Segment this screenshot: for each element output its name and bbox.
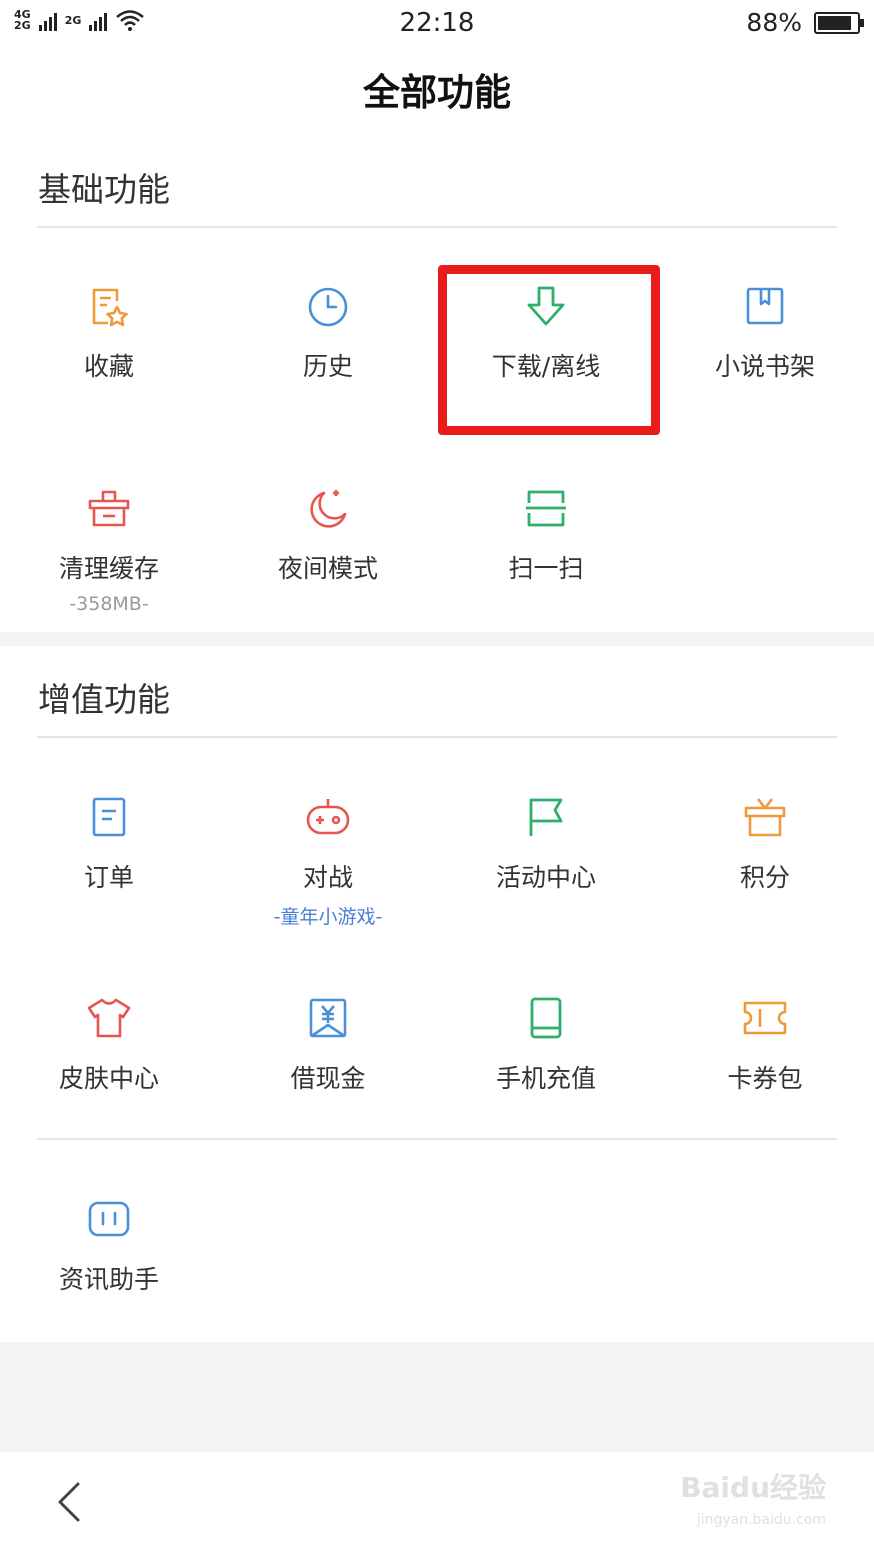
cash-yen-icon — [305, 995, 351, 1041]
phone-book-icon — [523, 995, 569, 1041]
favorites-icon — [86, 283, 132, 329]
status-battery-group: 88% — [746, 8, 864, 37]
order-document-icon — [86, 794, 132, 840]
feature-label: 小说书架 — [714, 352, 815, 381]
feature-label: 手机充值 — [495, 1064, 596, 1093]
battle-sublabel: -童年小游戏- — [273, 906, 383, 928]
feature-label: 扫一扫 — [508, 554, 584, 583]
section-divider — [37, 736, 837, 738]
section-separator-band — [0, 632, 874, 646]
watermark-logo: Baidu经验 — [680, 1471, 826, 1504]
bottom-navigation-bar: Baidu经验 jingyan.baidu.com — [0, 1452, 874, 1554]
flag-icon — [523, 794, 569, 840]
bookshelf-icon — [742, 283, 788, 329]
section-divider — [37, 226, 837, 228]
ticket-icon — [742, 995, 788, 1041]
feature-label: 历史 — [302, 352, 353, 381]
feature-label: 卡券包 — [727, 1064, 803, 1093]
baidu-watermark: Baidu经验 jingyan.baidu.com — [666, 1466, 826, 1546]
feature-label: 对战 — [302, 863, 353, 892]
scan-icon — [523, 485, 569, 531]
status-bar: 4G 2G 2G 22:18 88% — [0, 0, 874, 46]
gamepad-icon — [305, 794, 351, 840]
basket-icon — [86, 485, 132, 531]
feature-label: 积分 — [739, 863, 790, 892]
feature-label: 资讯助手 — [58, 1265, 159, 1294]
cache-size-sublabel: -358MB- — [69, 593, 149, 615]
page-title: 全部功能 — [363, 71, 511, 114]
section-title-basic: 基础功能 — [38, 170, 170, 209]
highlight-annotation-box — [438, 265, 660, 435]
bottom-gray-area — [0, 1342, 874, 1452]
feature-label: 皮肤中心 — [58, 1064, 159, 1093]
feature-label: 清理缓存 — [58, 554, 159, 583]
battery-icon — [814, 11, 864, 34]
tv-assistant-icon — [86, 1196, 132, 1242]
row-divider — [37, 1138, 837, 1140]
feature-label: 订单 — [83, 863, 134, 892]
chevron-left-icon — [58, 1482, 80, 1522]
back-button[interactable] — [48, 1478, 96, 1526]
clock-icon — [305, 283, 351, 329]
watermark-url: jingyan.baidu.com — [696, 1512, 826, 1528]
battery-percent: 88% — [746, 8, 802, 37]
feature-label: 活动中心 — [495, 863, 596, 892]
gift-box-icon — [742, 794, 788, 840]
feature-label: 借现金 — [290, 1064, 366, 1093]
moon-icon — [305, 485, 351, 531]
battery-level-fill — [818, 15, 852, 30]
feature-label: 夜间模式 — [277, 554, 378, 583]
feature-label: 收藏 — [83, 352, 134, 381]
status-time: 22:18 — [399, 8, 475, 38]
section-title-premium: 增值功能 — [38, 680, 170, 719]
tshirt-icon — [86, 995, 132, 1041]
